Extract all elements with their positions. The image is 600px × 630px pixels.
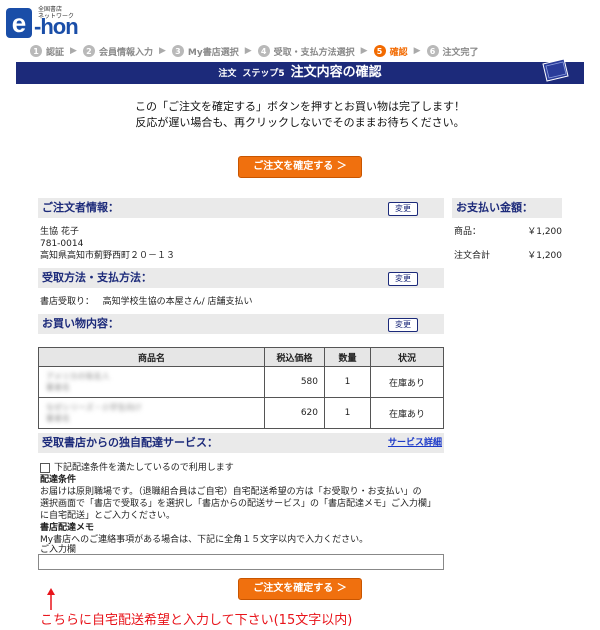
checkbox-label: 下記配達条件を満たしているので利用します xyxy=(54,463,234,473)
annotation-note: こちらに自宅配送希望と入力して下さい(15文字以内) xyxy=(40,613,353,628)
purchase-section-header: お買い物内容： 変更 xyxy=(38,314,444,334)
memo-heading: 書店配達メモ xyxy=(40,523,95,533)
confirm-order-button-bottom[interactable]: ご注文を確定する ＞ xyxy=(238,578,362,600)
payment-section-header: お支払い金額： xyxy=(452,198,562,218)
item-status: 在庫あり xyxy=(370,397,444,429)
delivery-section-header: 受取書店からの独自配達サービス： サービス詳細 xyxy=(38,433,444,453)
method-detail: 書店受取り： 高知学校生協の本屋さん/ 店舗支払い xyxy=(40,297,253,307)
method-section-header: 受取方法・支払方法： 変更 xyxy=(38,268,444,288)
conditions-line-2: 選択画面で「書店で受取る」を選択し「書店からの配送サービス」の「書店配達メモ」ご… xyxy=(40,499,437,509)
change-purchase-button[interactable]: 変更 xyxy=(388,318,418,332)
purchase-heading: お買い物内容： xyxy=(42,317,119,330)
item-title: アメリカの有名人 著者名 xyxy=(38,366,265,398)
col-title: 商品名 xyxy=(38,347,265,367)
logo-name: -hon xyxy=(34,14,79,39)
step-arrow-icon: ▶ xyxy=(413,46,421,56)
confirm-order-button-top[interactable]: ご注文を確定する ＞ xyxy=(238,156,362,178)
notice-line-1: この「ご注文を確定する」ボタンを押すとお買い物は完了します！ xyxy=(135,100,465,113)
table-row: アメリカの有名人 著者名 580 1 在庫あり xyxy=(38,366,444,398)
payment-total-row: 注文合計 ￥1,200 xyxy=(454,251,562,261)
up-arrow-icon xyxy=(47,588,55,610)
col-qty: 数量 xyxy=(324,347,371,367)
conditions-line-1: お届けは原則職場です。（退職組合員はご自宅）自宅配送希望の方は「お受取り・お支払… xyxy=(40,487,422,497)
col-status: 状況 xyxy=(370,347,444,367)
item-status: 在庫あり xyxy=(370,366,444,398)
step-6: 6 注文完了 xyxy=(426,45,479,58)
book-icon xyxy=(542,58,569,82)
item-price: 580 xyxy=(264,366,325,398)
ehon-logo[interactable]: e 全国書店 ネットワーク -hon xyxy=(0,0,90,46)
conditions-heading: 配達条件 xyxy=(40,475,77,485)
payment-goods-row: 商品： ￥1,200 xyxy=(454,227,562,237)
step-arrow-icon: ▶ xyxy=(244,46,252,56)
item-qty: 1 xyxy=(324,397,371,429)
table-row: なぜシリーズ・小学生向け 著者名 620 1 在庫あり xyxy=(38,397,444,429)
conditions-line-3: に自宅配送」とご入力ください。 xyxy=(40,511,176,521)
step-4: 4 受取・支払方法選択 xyxy=(257,45,355,58)
orderer-address: 高知県高知市薊野西町２０－１３ xyxy=(40,251,176,261)
method-heading: 受取方法・支払方法： xyxy=(42,271,152,284)
memo-description: My書店へのご連絡事項がある場合は、下記に全角１５文字以内で入力ください。 xyxy=(40,535,369,545)
step-2: 2 会員情報入力 xyxy=(82,45,153,58)
orderer-heading: ご注文者情報： xyxy=(42,201,119,214)
step-5-current: 5 確認 xyxy=(373,45,408,58)
delivery-memo-input[interactable] xyxy=(38,554,444,570)
orderer-section-header: ご注文者情報： 変更 xyxy=(38,198,444,218)
delivery-consent-checkbox[interactable] xyxy=(40,463,50,473)
service-detail-link[interactable]: サービス詳細 xyxy=(388,433,442,453)
item-qty: 1 xyxy=(324,366,371,398)
step-arrow-icon: ▶ xyxy=(360,46,368,56)
item-title: なぜシリーズ・小学生向け 著者名 xyxy=(38,397,265,429)
notice-line-2: 反応が遅い場合も、再クリックしないでそのままお待ちください。 xyxy=(135,116,465,129)
change-method-button[interactable]: 変更 xyxy=(388,272,418,286)
progress-steps: 1 認証 ▶ 2 会員情報入力 ▶ 3 My書店選択 ▶ 4 受取・支払方法選択 ▶ 5… xyxy=(30,44,600,58)
purchase-table: 商品名 税込価格 数量 状況 アメリカの有名人 著者名 580 1 在庫あり な… xyxy=(38,347,444,429)
orderer-name: 生協 花子 xyxy=(40,227,79,237)
step-1: 1 認証 xyxy=(30,45,64,58)
delivery-heading: 受取書店からの独自配達サービス： xyxy=(42,436,218,449)
table-header-row: 商品名 税込価格 数量 状況 xyxy=(38,347,444,367)
step-arrow-icon: ▶ xyxy=(158,46,166,56)
item-price: 620 xyxy=(264,397,325,429)
change-orderer-button[interactable]: 変更 xyxy=(388,202,418,216)
payment-heading: お支払い金額： xyxy=(456,201,533,214)
step-arrow-icon: ▶ xyxy=(70,46,77,56)
page-title: 注文 ステップ5 注文内容の確認 xyxy=(218,65,382,80)
col-price: 税込価格 xyxy=(264,347,325,367)
step-3: 3 My書店選択 xyxy=(171,45,239,58)
orderer-zip: 781-0014 xyxy=(40,239,84,249)
logo-letter: e xyxy=(6,8,32,38)
page-title-bar: 注文 ステップ5 注文内容の確認 xyxy=(16,58,584,84)
